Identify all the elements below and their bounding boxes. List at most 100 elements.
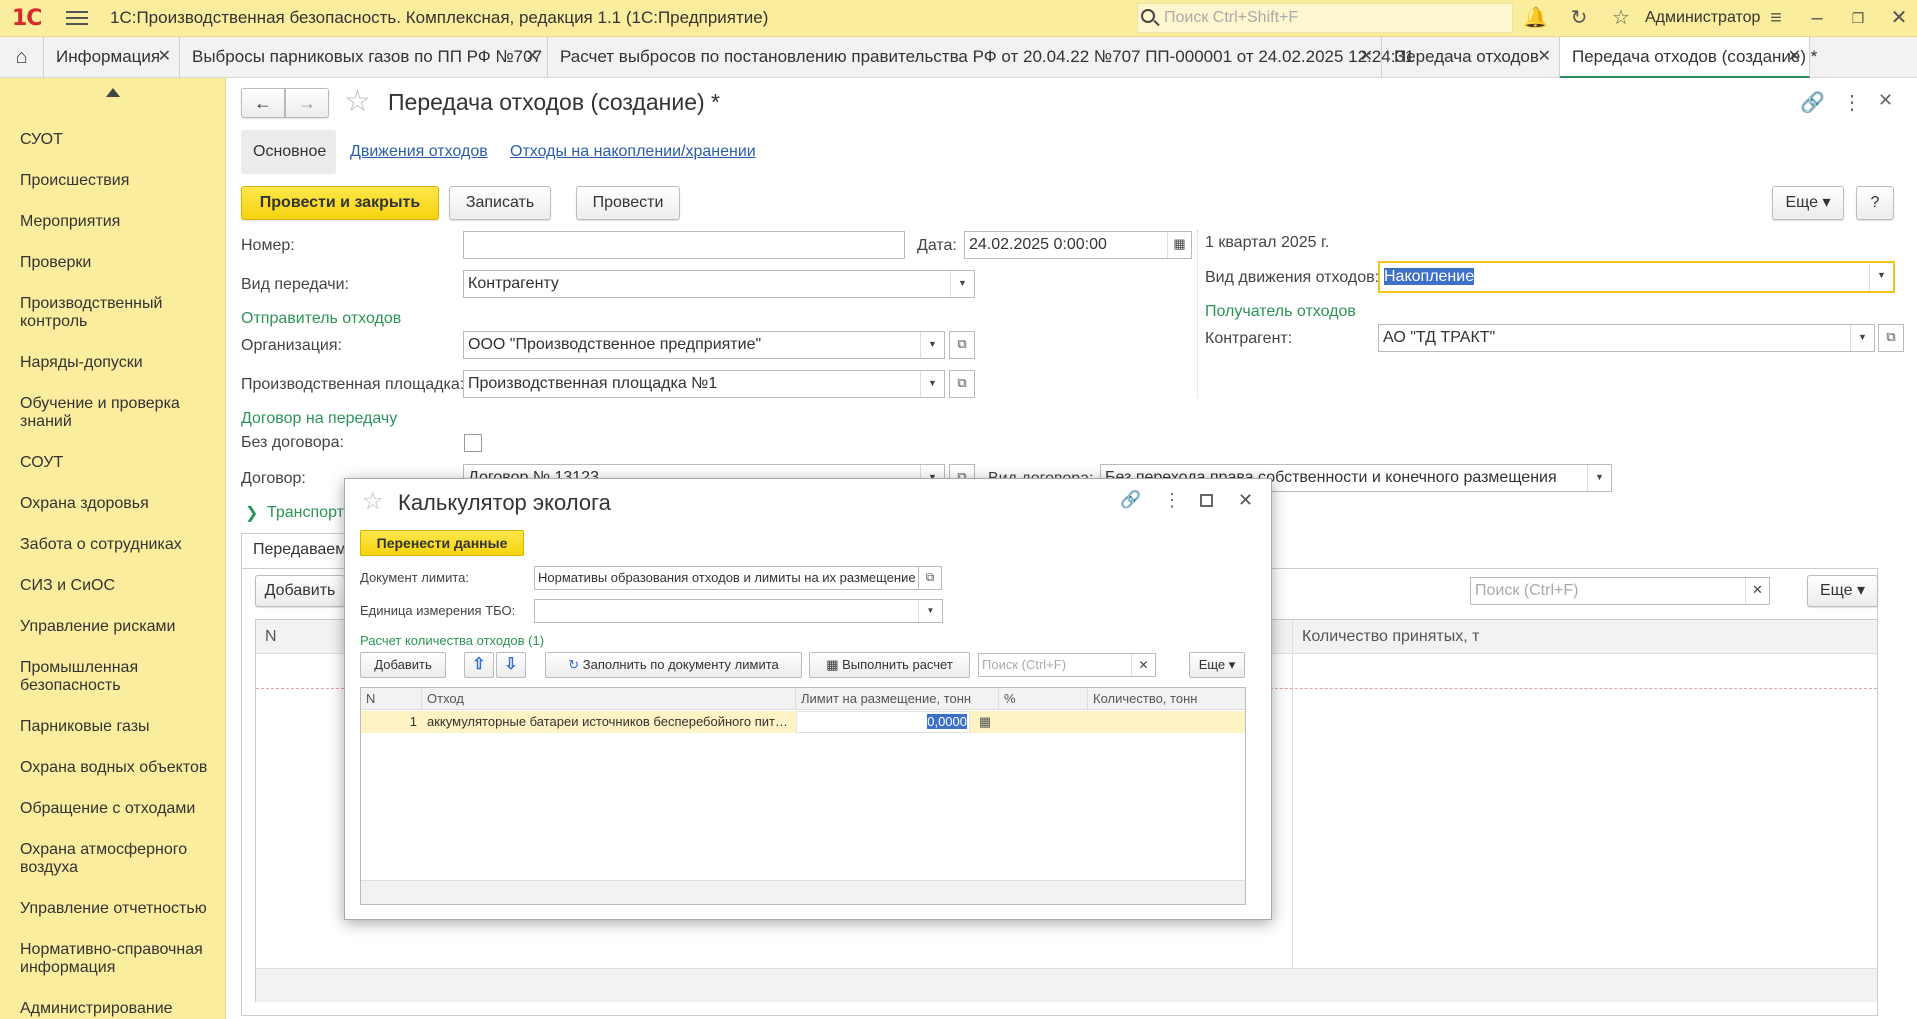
table-add-button[interactable]: Добавить xyxy=(255,575,345,607)
sidebar-item-health[interactable]: Охрана здоровья xyxy=(20,495,210,513)
app-logo[interactable]: 1С xyxy=(12,6,42,31)
sidebar-item-ppe[interactable]: СИЗ и СиОС xyxy=(20,577,210,595)
sidebar-item-waste[interactable]: Обращение с отходами xyxy=(20,800,210,818)
sidebar-item-suot[interactable]: СУОТ xyxy=(20,131,210,149)
minimize-icon[interactable]: – xyxy=(1805,6,1829,30)
clear-search-icon[interactable]: ✕ xyxy=(1131,654,1155,676)
more-actions-icon[interactable]: ⋮ xyxy=(1842,90,1862,115)
bell-icon[interactable]: 🔔 xyxy=(1523,6,1548,30)
forward-button[interactable]: → xyxy=(285,88,329,118)
move-down-icon[interactable]: ⇩ xyxy=(496,652,526,678)
subtab-movements[interactable]: Движения отходов xyxy=(350,143,488,161)
sidebar-item-industrial-safety[interactable]: Промышленная безопасность xyxy=(20,659,210,695)
modal-more-button[interactable]: Еще ▾ xyxy=(1189,652,1245,678)
sidebar-item-events[interactable]: Мероприятия xyxy=(20,213,210,231)
move-up-icon[interactable]: ⇧ xyxy=(464,652,494,678)
transfer-data-button[interactable]: Перенести данные xyxy=(360,530,524,556)
scroll-up-icon[interactable] xyxy=(106,88,120,97)
chevron-right-icon[interactable]: ❯ xyxy=(245,503,258,523)
modal-link-icon[interactable]: 🔗 xyxy=(1120,490,1141,510)
chevron-down-icon[interactable]: ▼ xyxy=(920,371,944,397)
date-field[interactable]: 24.02.2025 0:00:00 ▦ xyxy=(964,231,1192,259)
calculator-icon[interactable]: ▦ xyxy=(973,711,997,733)
sidebar-item-admin[interactable]: Администрирование xyxy=(20,1000,210,1018)
open-site-icon[interactable]: ⧉ xyxy=(949,370,975,398)
post-and-close-button[interactable]: Провести и закрыть xyxy=(241,186,439,220)
close-tab-icon[interactable]: ✕ xyxy=(1360,37,1373,77)
chevron-down-icon[interactable]: ▼ xyxy=(1850,325,1874,351)
close-tab-icon[interactable]: ✕ xyxy=(158,37,171,77)
chevron-down-icon[interactable]: ▼ xyxy=(918,600,942,622)
sidebar-item-water[interactable]: Охрана водных объектов xyxy=(20,759,210,777)
unit-select[interactable]: ▼ xyxy=(534,599,943,623)
counterparty-select[interactable]: АО "ТД ТРАКТ" ▼ xyxy=(1378,324,1875,352)
chevron-down-icon[interactable]: ▼ xyxy=(920,332,944,358)
transport-group[interactable]: Транспорт xyxy=(267,504,344,522)
tab-waste-transfer[interactable]: Передача отходов ✕ xyxy=(1382,37,1560,78)
tab-greenhouse[interactable]: Выбросы парниковых газов по ПП РФ №707 ✕ xyxy=(180,37,548,78)
open-limit-doc-icon[interactable]: ⧉ xyxy=(918,566,942,590)
home-icon[interactable]: ⌂ xyxy=(0,37,44,78)
clear-search-icon[interactable]: ✕ xyxy=(1745,578,1769,604)
limit-input[interactable]: 0,0000 xyxy=(796,711,970,733)
waste-calc-row[interactable]: 1 аккумуляторные батареи источников бесп… xyxy=(361,711,1245,733)
main-menu-icon[interactable] xyxy=(66,7,88,29)
sidebar-item-risks[interactable]: Управление рисками xyxy=(20,618,210,636)
calculate-button[interactable]: ▦ Выполнить расчет xyxy=(809,652,970,678)
sidebar-item-air[interactable]: Охрана атмосферного воздуха xyxy=(20,841,210,877)
close-window-icon[interactable]: ✕ xyxy=(1887,6,1911,30)
link-icon[interactable]: 🔗 xyxy=(1800,90,1825,115)
open-organization-icon[interactable]: ⧉ xyxy=(949,331,975,359)
help-button[interactable]: ? xyxy=(1856,186,1894,220)
row-waste[interactable]: аккумуляторные батареи источников беспер… xyxy=(427,711,789,733)
number-field[interactable] xyxy=(463,231,905,259)
maximize-icon[interactable] xyxy=(1200,494,1213,507)
modal-more-icon[interactable]: ⋮ xyxy=(1163,490,1181,511)
sidebar-item-care[interactable]: Забота о сотрудниках xyxy=(20,536,210,554)
close-tab-icon[interactable]: ✕ xyxy=(526,37,539,77)
star-icon[interactable]: ☆ xyxy=(1609,6,1633,30)
calendar-icon[interactable]: ▦ xyxy=(1167,232,1191,258)
user-name[interactable]: Администратор xyxy=(1645,9,1760,27)
sidebar-item-inspections[interactable]: Проверки xyxy=(20,254,210,272)
no-contract-checkbox[interactable] xyxy=(464,434,482,452)
modal-search-input[interactable]: Поиск (Ctrl+F) ✕ xyxy=(978,653,1156,677)
limit-doc-field[interactable]: Нормативы образования отходов и лимиты н… xyxy=(534,566,919,590)
sidebar-item-permits[interactable]: Наряды-допуски xyxy=(20,354,210,372)
close-tab-icon[interactable]: ✕ xyxy=(1538,37,1551,77)
chevron-down-icon[interactable]: ▼ xyxy=(950,271,974,297)
save-button[interactable]: Записать xyxy=(449,186,551,220)
favorite-star-icon[interactable]: ☆ xyxy=(344,84,371,119)
more-button[interactable]: Еще ▾ xyxy=(1772,186,1844,220)
transfer-type-select[interactable]: Контрагенту ▼ xyxy=(463,270,975,298)
close-tab-icon[interactable]: ✕ xyxy=(1788,37,1801,77)
restore-icon[interactable]: ❐ xyxy=(1846,6,1870,30)
history-icon[interactable]: ↻ xyxy=(1567,6,1591,30)
sidebar-item-reference[interactable]: Нормативно-справочная информация xyxy=(20,941,210,977)
tab-waste-transfer-create[interactable]: Передача отходов (создание) * ✕ xyxy=(1560,37,1817,78)
back-button[interactable]: ← xyxy=(241,88,285,118)
sidebar-item-reporting[interactable]: Управление отчетностью xyxy=(20,900,210,918)
site-select[interactable]: Производственная площадка №1 ▼ xyxy=(463,370,945,398)
movement-type-select[interactable]: Накопление ▼ xyxy=(1378,261,1895,293)
post-button[interactable]: Провести xyxy=(576,186,680,220)
sidebar-item-sout[interactable]: СОУТ xyxy=(20,454,210,472)
sidebar-item-prod-control[interactable]: Производственный контроль xyxy=(20,295,210,331)
tab-information[interactable]: Информация ✕ xyxy=(44,37,180,78)
fill-by-limit-button[interactable]: ↻ Заполнить по документу лимита xyxy=(545,652,802,678)
table-search-input[interactable]: Поиск (Ctrl+F) ✕ xyxy=(1470,577,1770,605)
modal-close-icon[interactable]: ✕ xyxy=(1238,490,1253,511)
organization-select[interactable]: ООО "Производственное предприятие" ▼ xyxy=(463,331,945,359)
subtab-storage[interactable]: Отходы на накоплении/хранении xyxy=(510,143,756,161)
table-more-button[interactable]: Еще ▾ xyxy=(1807,575,1878,607)
close-form-icon[interactable]: ✕ xyxy=(1878,90,1893,111)
modal-add-button[interactable]: Добавить xyxy=(360,652,446,678)
chevron-down-icon[interactable]: ▼ xyxy=(1587,465,1611,491)
chevron-down-icon[interactable]: ▼ xyxy=(1869,263,1893,291)
tab-emission-calc[interactable]: Расчет выбросов по постановлению правите… xyxy=(548,37,1414,78)
sidebar-item-greenhouse[interactable]: Парниковые газы xyxy=(20,718,210,736)
open-counterparty-icon[interactable]: ⧉ xyxy=(1878,324,1904,352)
sidebar-item-incidents[interactable]: Происшествия xyxy=(20,172,210,190)
sidebar-item-training[interactable]: Обучение и проверка знаний xyxy=(20,395,210,431)
modal-favorite-star-icon[interactable]: ☆ xyxy=(362,487,384,516)
